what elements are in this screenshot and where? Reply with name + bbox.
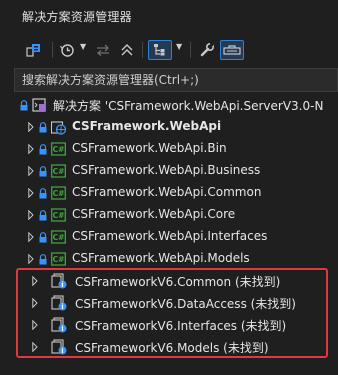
show-files-icon <box>154 44 165 56</box>
solution-icon <box>26 44 40 57</box>
collapse-icon <box>121 44 133 56</box>
search-input[interactable] <box>15 69 337 91</box>
chevron-right-icon[interactable] <box>27 210 35 220</box>
tree-row-label: CSFramework.WebApi.Interfaces <box>72 229 268 243</box>
chevron-right-icon[interactable] <box>27 232 35 242</box>
csharp-project-icon: C# <box>51 252 66 266</box>
toolbar-separator <box>142 42 143 58</box>
tree-row-project[interactable]: C# CSFramework.WebApi.Core <box>0 204 338 226</box>
tree-row-label: CSFramework.WebApi.Models <box>72 251 250 265</box>
chevron-right-icon[interactable] <box>27 166 35 176</box>
svg-text:C#: C# <box>53 255 65 264</box>
search-box[interactable] <box>14 68 338 92</box>
title-bar: 解决方案资源管理器 <box>0 0 338 32</box>
tree-row-label: CSFramework.WebApi.Common <box>72 185 262 199</box>
csharp-project-icon: C# <box>51 164 66 178</box>
svg-text:C#: C# <box>53 211 65 220</box>
lock-icon <box>39 166 47 177</box>
lock-icon <box>39 188 47 199</box>
tree-row-label: CSFramework.WebApi.Business <box>72 163 261 177</box>
tree-row-project[interactable]: C# CSFramework.WebApi.Interfaces <box>0 226 338 248</box>
csharp-project-icon: C# <box>51 230 66 244</box>
lock-icon <box>39 254 47 265</box>
svg-text:C#: C# <box>53 189 65 198</box>
preview-selected-items-button[interactable] <box>220 40 244 60</box>
tree-row-label: 解决方案 'CSFramework.WebApi.ServerV3.0-N <box>53 99 324 113</box>
lock-icon <box>39 122 47 133</box>
tree-row-label: CSFramework.WebApi.Core <box>72 207 236 221</box>
chevron-right-icon[interactable] <box>27 188 35 198</box>
show-all-files-button[interactable] <box>148 40 172 60</box>
properties-button[interactable] <box>198 40 216 60</box>
solution-view-button[interactable] <box>24 40 44 60</box>
chevron-right-icon[interactable] <box>27 254 35 264</box>
tree-row-project[interactable]: C# CSFramework.WebApi.Models <box>0 248 338 270</box>
tree-row-label: CSFramework.WebApi <box>72 119 222 133</box>
tree-row-project[interactable]: C# CSFramework.WebApi.Common <box>0 182 338 204</box>
wrench-icon <box>200 42 215 57</box>
tree-row-label: CSFramework.WebApi.Bin <box>72 141 227 155</box>
sync-button[interactable] <box>94 40 112 60</box>
panel-title: 解决方案资源管理器 <box>22 10 132 24</box>
svg-text:C#: C# <box>53 145 65 154</box>
swap-icon <box>96 44 109 56</box>
solution-file-icon <box>32 98 46 112</box>
lock-icon <box>39 210 47 221</box>
preview-icon <box>223 45 241 55</box>
tree-row-project[interactable]: C# CSFramework.WebApi.Business <box>0 160 338 182</box>
chevron-right-icon[interactable] <box>27 122 35 132</box>
chevron-down-icon[interactable]: ▼ <box>80 42 86 51</box>
chevron-right-icon[interactable] <box>27 144 35 154</box>
history-icon <box>59 44 74 57</box>
toolbar: ▼ ▼ <box>0 34 338 66</box>
svg-text:C#: C# <box>53 167 65 176</box>
tree-row-solution[interactable]: 解决方案 'CSFramework.WebApi.ServerV3.0-N <box>0 94 338 116</box>
tree-row-startup-project[interactable]: CSFramework.WebApi <box>0 116 338 138</box>
pending-changes-button[interactable] <box>58 40 76 60</box>
lock-icon <box>20 100 28 111</box>
toolbar-separator <box>52 42 53 58</box>
web-project-icon <box>50 120 67 135</box>
tree-row-project[interactable]: C# CSFramework.WebApi.Bin <box>0 138 338 160</box>
csharp-project-icon: C# <box>51 186 66 200</box>
highlight-box <box>16 268 328 358</box>
csharp-project-icon: C# <box>51 142 66 156</box>
lock-icon <box>39 232 47 243</box>
lock-icon <box>39 144 47 155</box>
collapse-all-button[interactable] <box>118 40 136 60</box>
toolbar-separator <box>190 42 191 58</box>
svg-text:C#: C# <box>53 233 65 242</box>
chevron-down-icon[interactable]: ▼ <box>176 42 182 51</box>
csharp-project-icon: C# <box>51 208 66 222</box>
